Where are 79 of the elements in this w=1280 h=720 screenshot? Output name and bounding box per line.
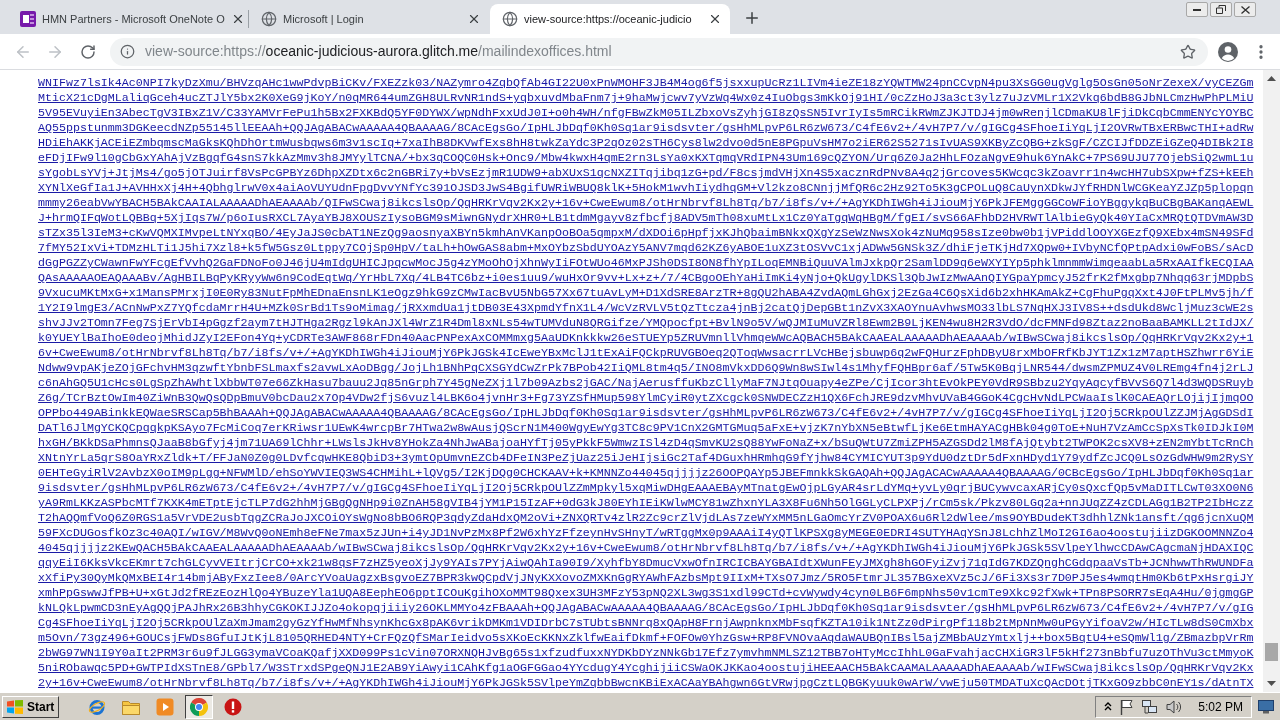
- source-link[interactable]: yA9RmLKKzASPbcMTf7KXK4mETptEjcTLP7dG2hhMjGBgQgNHp9i0ZnAH58gVIB4jYM1P15IzAF+0dG3kJ80EYhIEiKWlwMCY81wZhxnYLA3X8Fu6Nh5OlGGLyCLPXPj/rCm5sk/Pkzv80LGq2a+nnJUqZZ4zCDLAGg1B2TP2IbHczz: [38, 495, 1254, 510]
- source-link[interactable]: Ndww9vpAKjeZOjGFchvHM3qzwftYbnbFSLmaxfs2avwLxAoDBgg/JojLh1BNhPqCXSGYdCwZrPk7BPob42IiQML8tm4q5/INO8mVkxDD6Q9Wn8wSIwl4s1MhyfFQHBpr6af/5Tw5K0BqjLNR544/dwsmZPMUZ4V0LREmg4fn4j2rLJ: [38, 360, 1254, 375]
- source-link[interactable]: 9isdsvter/gsHhMLpvP6LR6zW673/C4fE6v2+/4vH7P7/v/gIGCg4SFhoeIiYqLjI2Oj5CRkpOUlZZmMpkyl5xqMiwDHgEAAAEBAyMTnatgEwOjpLGyAR4srLdYMq+yvLy0qrjBUCywvcaxARjCy0sQxcfQp5vMaDITLCwT03XO0N6: [38, 480, 1254, 495]
- source-link[interactable]: T2hAQQmfVoQ6Z0RGS1a5VrVDE2usbTqgZCRaJoJXCOiOYsWgNo8bBO6RQP3qdyZdaHdxQM2oVi+ZNXQRTv4zlR2Zc9crZlVjdLAs7zeWYxMM5nLGaOmcYrZV0POAX6u6Rl2dWlee/ms9OYBDudeKT3dhhlZNk1ansft/qg6jcnXuQM: [38, 510, 1254, 525]
- source-link[interactable]: 6v+CweEwum8/otHrNbrvf8Lh8Tq/b7/i8fs/v+/+AgYKDhIWGh4iJiouMjY6PkJGSk4IcEweYBxMclJ1tExAiFQCkpRUVGBOeq2QToqWwsacrrLVcHBejsbuwp6q2wFQHurzFphDByU8rxMbOFRfKbJYT1Zx1zM7aptHSZhwrr6YiE: [38, 345, 1254, 360]
- notebook-icon: [20, 11, 36, 27]
- source-link[interactable]: 5V95EVuyiEn3AbecTgV3IBxZ1V/C33YAMVrFePu1h5Bx2FXKBdQ5YF0DYWX/wpNdhFxxUdJ0I+o0h4WH/nfgFBwZkM05ILZbxoVsZyhjGI8zQsSN5IvrIyIs5mRCikRWmZJKJTDJ4jm0wRenjlCDmaKU8lFjiDkCqbCmmENYcYOYBC: [38, 105, 1254, 120]
- source-link[interactable]: Cg4SFhoeIiYqLjI2Oj5CRkpOUlZaXmJmam2gyGzYfHwMfNhsynKhcGx8pAK6vrikDMKm1VDIDrbC7sTUbtsBNNrq8xQApH8FrnjAwpnknxMbFsqfKZTA10ik1NtZz0dPirgPf118b2tMpNnMw0uPGyYifoaV2w/HIcTLw8dS0CmXbx: [38, 615, 1254, 630]
- source-link[interactable]: Z6g/TCrBztOwIm40ZiWnB3QwQsQDpBmuV0bcDau2x7Op4VDw2fjS6vuzl4LBK6o4jvnHr3+Fg73YZSfHMup598YlmCyiR0ytZXcgck0SNWDECZzH1QX6FchJRE9dzvMhvUVaB4GGoK4CgcHvNdLPCWaaIslK0CAEAQrLOjijIjmqOO: [38, 390, 1254, 405]
- scrollbar-thumb[interactable]: [1265, 643, 1278, 661]
- flag-icon[interactable]: [1120, 698, 1135, 715]
- exclamation-circle-icon: [224, 697, 243, 716]
- source-link[interactable]: XNtnYrLa5qrS8OaYRxZldk+T/FFJaN0Z0g0LDvfcqwHKE8QbiD3+3ymtOpUmvnEZCb4DFeIN3PeZjUaz25iJeHIjsiGc2Taf4DGuxhHRmhqG9fYjhw84CYMICYUT3p9YdU0dztDr5dFxnHDyd1Y79ydfZcJCQ0LsOzGdWHW9m2RySY: [38, 450, 1254, 465]
- source-link[interactable]: HDiEhAKKjACEiEZmbqmscMaGksKQhDhOrtmWusbqws6m3v1scIq+7xaIhB8DKVwfExs8hH8twkZaYdc3P2qOz02sTH6Cys8lw2dvo0d5nE8PGpuVsHM7o2iER62S5271sIvUAS9XKByZcQBG+zkSgF/CZCIJfDDZEiGZeQ4DIBk2I8: [38, 135, 1254, 150]
- source-link[interactable]: eFDjIFw9l10gCbGxYAhAjVzBgqfG4snS7kkAzMmv3h8JMYylTCNA/+bx3qCOQC0Hsk+Onc9/Mbw4kwxH4qmE2rn3LsYa0xKXTqmqVRdIPN43Um169cQZYON/Urq6Z0Ja2HhLFOzaNgvE9huk6YnAkC+7PS69UJU77OjebSiQ2wmL1u: [38, 150, 1254, 165]
- source-link[interactable]: 7fMY52IxVi+TDMzHLTi1J5hi7Xzl8+k5fW5Gsz0Ltppy7COjSp0HpV/taLh+hOwGAS8abm+MxOYbzSbdUYOAzY5ANV7mqd62KZ6yABOE1uXZ3tOSVvC1xjADWw5GNSk3Z/dhiFjeTKjHd7XQpw0+IVbyNCfQPtpAdxi0wFoBS/sAcD: [38, 240, 1254, 255]
- close-icon[interactable]: [467, 12, 481, 26]
- close-window-button[interactable]: [1234, 2, 1256, 17]
- source-link[interactable]: 59FXcDUGosfkOz3c40AQI/wIGV/M8WvQ0oNEmh8eFNe7max5zJUn+i4yJD1NvPzMx8Pf2W6xhYzFfzeynHvSHnyT/wRTggMx0p9AAAiI4yQTlKPSXg8yMEGE0EDRI4SUTYHAqYSnJ8LchhZlMoI2GI6ao4oostujiizDGKOOMNNZo4: [38, 525, 1254, 540]
- info-icon: [120, 44, 135, 59]
- clock-text: 5:02 PM: [1198, 698, 1243, 716]
- source-link[interactable]: OPPbo449ABinkkEQWaeSRSCap5BhBAAAh+QQJAgABACwAAAAA4QBAAAAG/8CAcEgsGo/IpHLJbDqf0Kh0Sq1ar9isdsvter/gsHhMLpvP6LR6zW673/C4fE6v2+/4vH7P7/v/gIGCg4SFhoeIiYqLjI2Oj5CRkpOUlZZJMjAgGDSdI: [38, 405, 1254, 420]
- source-link[interactable]: hxGH/BKkDSaPhmnsQJaaB8bGfyj4jm71UA69lChhr+LWslsJkHv8YHokZa4NhJwABajoaHYfTj05yPkkF5WmwzISl4zD4qSmvKU2sQ88YwFoNaZ+x/bSuQWtU7ZmiZPH5AZGSDd2lM8fAjQtybt2TWPOK2csXV8+zEN2mYbtTcRnCh: [38, 435, 1254, 450]
- source-link[interactable]: dGgPGZZyCWawnFwYFcgEfVvhQ2GaFDNoFo0J46jU4mIdgUHICJpqcwMocJ5g4zYMoOhOjXhnWyIiFOtWUo46MxPJSh0DSI8ON8fhYpILoqEMNBiQuuVAlmJxkpQr2SamlDD9q6eWXYIYp5phklmnmmWimqeaabLa5RxAAIfkECQIAA: [38, 255, 1254, 270]
- scroll-down-icon[interactable]: [1267, 681, 1276, 686]
- minimize-button[interactable]: [1186, 2, 1208, 17]
- taskbar-app-button[interactable]: [185, 694, 214, 719]
- source-link[interactable]: AQ55ppstunmm3DGKeecdNZp55145llEEAAh+QQJAgABACwAAAAA4QBAAAAG/8CAcEgsGo/IpHLJbDqf0Kh0Sq1ar9isdsvter/gsHhMLpvP6LR6zW673/C4fE6v2+/4vH7P7/v/gIGCg4SFhoeIiYqLjI2OVRwTBxERBwcTHI+adRw: [38, 120, 1254, 135]
- user-avatar-icon[interactable]: [1218, 41, 1238, 62]
- star-icon[interactable]: [1180, 43, 1196, 60]
- source-link[interactable]: kNLQkLpwmCD3nEyAgQQjPAJhRx26B3hhyCGKOKIJJZo4okopqjiiiy26OKLMMYo4zFBAAAh+QQJAgABACwAAAAA4QBAAAAG/8CAcEgsGo/IpHLJbDqf0Kh0Sq1ar9isdsvter/gsHhMLpvP6LR6zW673/C4fE6v2+/4vH7P7/v/gIG: [38, 600, 1254, 615]
- start-button[interactable]: Start: [2, 695, 60, 718]
- source-link[interactable]: m5Ovn/73gz496+GOUCsjFWDs8GfuIJtKjL8105QRHED4NTY+CrFQzQfSMarIeidvo5sXKoEcKKNxZklfwEaifDkmf+FOFOw0YhzGsw+RP8FVNOvaAqdaWAUBQnIBsl5ajZMBbAUzYmtxlj++box5BqtU4+eSQmWl1g/ZBmazbpVrRm: [38, 630, 1254, 645]
- source-link[interactable]: J+hrmQIFqWotLQBBq+5XjIqs7W/p6oIusRXCL7AyaYBJ8XOUSzIysoBGM9sMiwnGNydrXHR0+LB1tdmMgayv8zfbcfj8ADV5mTh08xuMtLx1Cz0YaTgqWqHBgM/fgEI/svS66AFhbD2HVRWTlAlbieGyQk40YIaCxMRQtQTDVmAW3D: [38, 210, 1254, 225]
- chevron-up-icon[interactable]: [1104, 702, 1113, 711]
- source-link[interactable]: QAsAAAAAOEAQAAABv/AgHBILBqPyKRyyWw6n9CodEqtWq/YrHbL7Xq/4LB4TC6bz+i0es1uu9/wuHxOr9vv+Lx+z+/7/4CBgoOEhYaHiImKi4yNjo+QkUgylDKSl3QbJwIzMwAAnQIYGpaYpmcyJ52frK2fMxgbp7Nhqq63rjMDpbS: [38, 270, 1254, 285]
- url-text: view-source:https://oceanic-judicious-aurora.glitch.me/mailindexoffices.html: [145, 42, 612, 61]
- restore-button[interactable]: [1210, 2, 1232, 17]
- browser-tab[interactable]: Microsoft | Login: [249, 4, 489, 34]
- restore-icon: [1216, 5, 1226, 14]
- source-link[interactable]: shvJJv2TOmn7Feg7SjErVbI4pGgzf2aym7tHJTHga2Rgzl9kAnJXl4WrZ1R4Dml8xNLs54wTUMVduN8QRGifze/YMQpocfpt+BvlN9o5V/wQJMIuMuVZRl8Ewm2B9LjKEN4wu8H2R3VdO/dcFMNFd98Ztaz2noBaaBAMKLL2tIdJX/: [38, 315, 1254, 330]
- source-link[interactable]: 1Y2I9lmgE3/ACnNwPxZ7YQfcdaMrrH4U+MZk0SrBd1Ts9oMimag/jRXxmdUa1jtDB03E43XpmdYfnX1L4/WcVzRVLV5tQzTtcza4jnBj2catQjDepGBt1nZvX3XAOYnuAvhwsMO33lbLS7NqHXJ3IV8S++dsdUkd8WcljMuz3cWE2s: [38, 300, 1254, 315]
- play-icon: [156, 697, 175, 716]
- close-icon[interactable]: [708, 12, 722, 26]
- browser-tab[interactable]: view-source:https://oceanic-judicio: [490, 4, 730, 34]
- source-link[interactable]: xmhPpGswwJfPB+U+xGtJd2fREzEozHlQo4YBuzeYla1UQA8EephEO6pptICOuKgihOXoMMT98Qxex3UH3MFzY53pNQ2XL3wg3S1xdl99CTd+cvWywdy4cyn0LB6F6mpNhs50v1cmTe9Xkc92fXwk+TPn8PSORR7sEqA4Hu/0jgmgGP: [38, 585, 1254, 600]
- address-field[interactable]: view-source:https://oceanic-judicious-aurora.glitch.me/mailindexoffices.html: [110, 37, 1208, 66]
- speaker-icon[interactable]: [1166, 698, 1183, 715]
- source-link[interactable]: c6nAhGQ5U1cHcs0LgSpZhAWhtlXbbWT07e66ZkHasu7bauu2Jq85nGrph7Y45gNeZXj1l7b09Azbs2jGAC/NajAerusffuKbzCllyMaF7NJtqOuapy4eZPe/CjIcor3htEvOkPEY0VdR9SBbzu2YqyAqcyfBVvS6Q7l4d3WQDSRuyb: [38, 375, 1254, 390]
- scroll-up-icon[interactable]: [1267, 76, 1276, 81]
- tri-color-circle-icon: [190, 697, 209, 716]
- source-link[interactable]: qqyEiI6KksVkcEKmrt7chGLCyvVEItrjCrCO+xk21w8qsF7zHZ5yeoXjJy9YAIs7PYjAiwQAhIa90I9/XyhfbY8DmucVxwOfnIRCICBAYGBAIdtXWunFEyJMXgh8hGOFyiZvj71qIdG7KDZQnghCGdqpaaVsTb+JCNhwwThRWUNDFa: [38, 555, 1254, 570]
- source-link[interactable]: sTZx35l3IeM3+cKwVQMXIMvpeLtNYxqBO/4EyJaJS0cbAT1NEzQg9aosnyaXBYn5kmhAnVKanpOoBOa5qmpxM/dXDOi6pHpfjxKJhQbaimBNkxQXgYzSeWzNwsXok4zNuMq958sIze0bw0b1jVPiddlOOYXGEzfQ9XEbx4mSN49SFd: [38, 225, 1254, 240]
- windows-flag-icon: [7, 699, 23, 714]
- source-link[interactable]: xXfiPy30QyMkQMxBEI4r14bmjAByFxzIee8/0ArcYVoaUagzxBsgvoEZ7BPR3kwQCpdVjJNyKXXovoZMXKnGgRYAWhFAzbsMpt9IIxM+TXsO7Jmz/5RO5FtmrJL357BGxeXVz5cJ/6Fi3Xs3r7D0PJ5es4wmqtHm0Kb6tPxHsrgiJY: [38, 570, 1254, 585]
- globe-icon: [502, 11, 518, 27]
- source-link[interactable]: DATl6JlMgYCKQCpqqkpKSAyo7FcMiCoq7erKRiwsr1UEwK4wrcpBr7HTwa2w8wAusjQScrN1M400WgyEwYg3TC8c9PV1CnX2GMTGMuq5aFxE+vjzK7nYbXN5eBtwfLjKe6EtmHAYACgHBk04g0ToE+NuH7VzAmCcSpXsTk0IDJkI0M: [38, 420, 1254, 435]
- source-link[interactable]: 9VxucuMKtMxG+x1MansPMrxjI0E0Ry83NutFpMhEDnaEnsnLK1eOgz9hkG9zCMwIacBvU5NbG57Xx67tuAvLyM+D1XdSRE8ArzTR+8gQU2hABA4ZvdAQmLGhGxj2EzGa4C6QsXid6b2xhHKAmAkZ+CgFhuPgqXxt4J0FtPLMv5jh/f: [38, 285, 1254, 300]
- source-link[interactable]: XYNlXeGfIa1J+AVHHxXj4H+4QbhglrwV0x4aiAoVUYUdnFpgDvvYNfYc391OJSD3JwS4BgifUWRiWBUQ8klK+5HokM1wvhIiydhqGM+Vl2kzo8CNnjjMfQR6c2Hz92To5K3gCPOLuQ8CaUynXDkwJYfRHDNlWCGKeaYZJZp5plopqn: [38, 180, 1254, 195]
- new-tab-icon[interactable]: [743, 9, 761, 27]
- minimize-icon: [1193, 8, 1201, 11]
- source-link[interactable]: 5niRObawqc5PD+GWTPIdXSTnE8/GPbl7/W3STrxdSPgeQNJ1E2AB9YiAwyi1CAhKfg1aOGFGGao4YYcdugY4YcghijiiCSWaOKJKKao4oostujiHEEAACH5BAkCAAMALAAAAADhAEAAAAb/wIFwSCwaj8ikcslsOp/QqHRKrVqv2Kx: [38, 660, 1254, 675]
- source-link[interactable]: WNIFwz7lsIk4Ac0NPI7kyDzXmu/BHVzqAHc1wwPdvpBiCKv/FXEZzk03/NAZymro4ZqbQfAb4GI22U0xPnWMOHF3JB4M4og6f5jsxxupUcRz1LIVm4ieZE18zYQWTMW24pnCCvpN4pu3XsGG0ugVglg5OsGn05oNrZexeX/vyCEZGm: [38, 75, 1254, 90]
- source-link[interactable]: MticX21cDgMLaliqGceh4ucZTJlY5bx2K0XeG9jKoY/n0qMR644umZGH8ULRvNR1ndS+yqbxuvdMbaFnm7j+9haMwjcwv7yVzWq4Wx0z4IuObgs3mKkOj91HI/0cZzHoJ3a3ct3ylz7uJzVMLr1X2Vkq6bdB8GJbNLCmzHwPhPLMiU: [38, 90, 1254, 105]
- source-link[interactable]: 0EHTeGyiRlV2AvbzX0oIM9pLgg+NFWMlD/ehSoYWVIEQ3WS4CHMihL+lQVg5/I2KjDQg0CHCKAAV+k+KMNNZo44045qjjjjz26OOPQAYp5JBEFmnkkSkGAQAh+QQJAgACACwAAAAA4QBAAAAG/0CBcEgsGo/IpHLJbDqf0Kh0Sq1ar: [38, 465, 1254, 480]
- close-icon: [1240, 5, 1250, 14]
- globe-icon: [261, 11, 277, 27]
- source-link[interactable]: k0YUEYlBaIhoE0deojMhidJZyI2EFon4Yq+yCDRTe3AWF868rFDn40AacPNPexAxCOMMmxg5AaUDKnkkkw26eSTUEYp5ZRUVmnllVhmqeWWcAQBACH5BAkCAAEALAAAAADhAEAAAAb/wIBwSCwaj8ikcslsOp/QqHRKrVqv2Kx2y+1: [38, 330, 1254, 345]
- source-link[interactable]: sYgobLsYVj+JtjMs4/go5jOTJuirf8VsPcGPBYz6DhpXZDtx6c2nGBRi7y+bVsEzjmR1UDW9+abXUxS1qcNXZITqjibq1zG+pd/F8csjmdVHjXn4S5xacznRdPNv8A4q2jGrcoves5KWcqc3kZoavrr1n4wcHH7ubSXpw+fZS+kEEh: [38, 165, 1254, 180]
- source-link[interactable]: 2bWG97WN1I9Y0aIt2PRM3r6u9fJLGG3ymaVCoaKQafjXXD099Ps1cVin07ORXNQHJvBg65s1xfzudfuxxNYDKbDYzNNkGb17Efz7ymvhmNMLSZ12TBB7oHTyMccIhhL0GaFvahjacCHXiGR3lF5kHf273nBbfu7uzOThVu3ctMmyoK: [38, 645, 1254, 660]
- source-link[interactable]: 2y+16v+CweEwum8/otHrNbrvf8Lh8Tq/b7/i8fs/v+/+AgYKDhIWGh4iJiouMjY6PkJGSk5SVlpeYmZqbbBwcnKBiExACAaYBAhgwn6GtVRwjpgCztLQBGKyuuk0wArW/vwEju50TMDATuXcQAcDOtjTKxGO9zbbC0nEY1s/dAtnTX: [38, 675, 1254, 690]
- network-icon[interactable]: [1142, 698, 1159, 715]
- monitor-icon[interactable]: [1258, 699, 1274, 714]
- source-link[interactable]: 4045qjjjjz2KEwQACH5BAkCAAEALAAAAADhAEAAAAb/wIBwSCwaj8ikcslsOp/QqHRKrVqv2Kx2y+16v+CweEwum8/otHrNbrvf8Lh8Tq/b7/i8fs/v+/+AgYKDhIWGh4iJiouMjY6PkJGSk5SVlpeYlhwcCDAwCAgcmaNjHDAXIQC: [38, 540, 1254, 555]
- source-link[interactable]: mmmy26eabVwYBACH5BAkCAAIALAAAAADhAEAAAAb/QIFwSCwaj8ikcslsOp/QqHRKrVqv2Kx2y+16v+CweEwum8/otHrNbrvf8Lh8Tq/b7/i8fs/v+/+AgYKDhIWGh4iJiouMjY6PkJFEMggGGCoWFioYBggykqBuCBgBAKanqAEWL: [38, 195, 1254, 210]
- reload-icon[interactable]: [80, 43, 96, 60]
- e-globe-icon: [88, 697, 107, 716]
- folder-icon: [122, 698, 141, 715]
- browser-tab[interactable]: HMN Partners - Microsoft OneNote O: [8, 4, 248, 34]
